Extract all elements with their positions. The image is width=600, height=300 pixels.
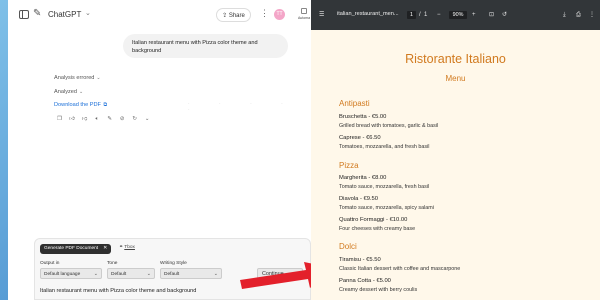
page-separator: / xyxy=(419,12,421,18)
external-link-icon: ⧉ xyxy=(103,102,108,108)
tone-label: Tone xyxy=(107,261,118,266)
new-chat-icon[interactable]: ✎ xyxy=(33,9,41,19)
download-pdf-link[interactable]: Download the PDF ⧉ xyxy=(54,102,107,108)
hide-icon[interactable]: ⊘ xyxy=(117,116,128,122)
menu-item-name: Quattro Formaggi - €10.00 xyxy=(339,217,408,223)
loading-dots: · · · · · xyxy=(188,101,297,113)
tbox-label: Tbox xyxy=(124,245,135,250)
menu-item-desc: Tomato sauce, mozzarella, fresh basil xyxy=(339,184,430,190)
thumbs-up-icon[interactable]: 👍︎ xyxy=(67,116,78,122)
menu-item-name: Caprese - €6.50 xyxy=(339,135,381,141)
automa-extension[interactable]: Automa xyxy=(297,8,311,21)
zoom-out-icon[interactable]: − xyxy=(437,11,441,19)
automa-label: Automa xyxy=(297,16,311,20)
output-value: Default language xyxy=(44,272,81,277)
menu-item-desc: Classic Italian dessert with coffee and … xyxy=(339,266,461,272)
tbox-link[interactable]: ⚭ Tbox xyxy=(119,245,135,250)
page-total: 1 xyxy=(424,12,428,18)
menu-item-name: Diavola - €9.50 xyxy=(339,196,378,202)
share-label: Share xyxy=(228,13,245,19)
generate-pdf-pill[interactable]: Generate PDF Document ✕ xyxy=(40,244,112,254)
automa-icon xyxy=(301,8,307,14)
model-title[interactable]: ChatGPT xyxy=(48,10,81,19)
regenerate-icon[interactable]: ↻ xyxy=(129,116,140,122)
menu-item-desc: Tomatoes, mozzarella, and fresh basil xyxy=(339,144,430,150)
output-language-select[interactable]: Default language ⌄ xyxy=(40,268,102,279)
tone-value: Default xyxy=(111,272,127,277)
analyzed-toggle[interactable]: Analyzed ⌄ xyxy=(54,89,83,95)
rotate-icon[interactable]: ↺ xyxy=(502,11,507,19)
zoom-in-icon[interactable]: + xyxy=(472,11,476,19)
more-options-icon[interactable]: ⋮ xyxy=(260,8,269,18)
download-pdf-label: Download the PDF xyxy=(54,102,101,108)
composer-input[interactable]: Italian restaurant menu with Pizza color… xyxy=(40,288,196,294)
chevron-down-icon: ⌄ xyxy=(213,271,218,277)
pdf-viewer: ☰ italian_restaurant_men... 1 / 1 − 90% … xyxy=(311,0,600,300)
section-heading-pizza: Pizza xyxy=(339,161,359,170)
pdf-toolbar: ☰ italian_restaurant_men... 1 / 1 − 90% … xyxy=(311,0,600,30)
thumbs-down-icon[interactable]: 👎︎ xyxy=(79,116,90,122)
menu-icon[interactable]: ☰ xyxy=(319,11,324,19)
avatar[interactable]: TT xyxy=(274,9,285,20)
menu-item-desc: Grilled bread with tomatoes, garlic & ba… xyxy=(339,123,439,129)
speaker-icon[interactable]: 🔈︎ xyxy=(92,116,103,123)
chevron-down-icon: ⌄ xyxy=(79,89,84,95)
chevron-down-icon: ⌄ xyxy=(93,271,98,277)
download-icon[interactable]: ⤓ xyxy=(563,11,566,19)
print-icon[interactable]: ⎙ xyxy=(576,11,581,19)
analyzed-label: Analyzed xyxy=(54,89,78,95)
more-options-icon[interactable]: ⋮ xyxy=(589,11,595,19)
analysis-errored-label: Analysis errored xyxy=(54,75,95,81)
menu-item-desc: Tomato sauce, mozzarella, spicy salami xyxy=(339,205,434,211)
chevron-down-icon: ⌄ xyxy=(96,75,101,81)
pdf-page: Ristorante Italiano Menu Antipasti Brusc… xyxy=(311,30,600,300)
message-actions: ❐ 👍︎ 👎︎ 🔈︎ ✎ ⊘ ↻ ⌄ xyxy=(54,116,153,124)
menu-item-name: Margherita - €8.00 xyxy=(339,175,387,181)
section-heading-antipasti: Antipasti xyxy=(339,99,370,108)
menu-subtitle: Menu xyxy=(445,74,466,83)
generate-pdf-label: Generate PDF Document xyxy=(44,246,99,251)
writing-style-select[interactable]: Default ⌄ xyxy=(160,268,222,279)
app-frame: ✎ ChatGPT ⌄ ⇪ Share ⋮ TT Automa Italian … xyxy=(8,0,600,300)
output-label: Output in xyxy=(40,261,60,266)
tone-select[interactable]: Default ⌄ xyxy=(107,268,155,279)
pdf-file-name: italian_restaurant_men... xyxy=(337,11,399,17)
chat-header: ✎ ChatGPT ⌄ ⇪ Share ⋮ TT Automa xyxy=(8,0,311,30)
chevron-down-icon[interactable]: ⌄ xyxy=(142,116,153,122)
menu-item-name: Panna Cotta - €5.00 xyxy=(339,278,391,284)
menu-item-desc: Creamy dessert with berry coulis xyxy=(339,287,418,293)
close-icon[interactable]: ✕ xyxy=(103,246,107,251)
fit-page-icon[interactable]: ⊡ xyxy=(489,11,494,19)
writing-style-label: Writing Style xyxy=(160,261,187,266)
menu-title: Ristorante Italiano xyxy=(405,52,506,66)
copy-icon[interactable]: ❐ xyxy=(54,116,65,122)
section-heading-dolci: Dolci xyxy=(339,242,357,251)
sidebar-toggle-icon[interactable] xyxy=(19,10,29,19)
menu-item-name: Tiramisu - €5.50 xyxy=(339,257,381,263)
menu-item-name: Bruschetta - €5.00 xyxy=(339,114,387,120)
writing-style-value: Default xyxy=(164,272,180,277)
share-icon: ⇪ xyxy=(222,13,228,19)
edit-icon[interactable]: ✎ xyxy=(104,116,115,122)
zoom-input[interactable]: 90% xyxy=(449,11,467,19)
chevron-down-icon: ⌄ xyxy=(146,271,151,277)
share-button[interactable]: ⇪ Share xyxy=(216,8,251,22)
chevron-down-icon[interactable]: ⌄ xyxy=(85,9,91,17)
page-number-input[interactable]: 1 xyxy=(407,11,416,19)
menu-item-desc: Four cheeses with creamy base xyxy=(339,226,416,232)
analysis-errored-toggle[interactable]: Analysis errored ⌄ xyxy=(54,75,101,81)
tbox-icon: ⚭ xyxy=(119,245,124,250)
user-message-bubble: Italian restaurant menu with Pizza color… xyxy=(123,34,288,58)
